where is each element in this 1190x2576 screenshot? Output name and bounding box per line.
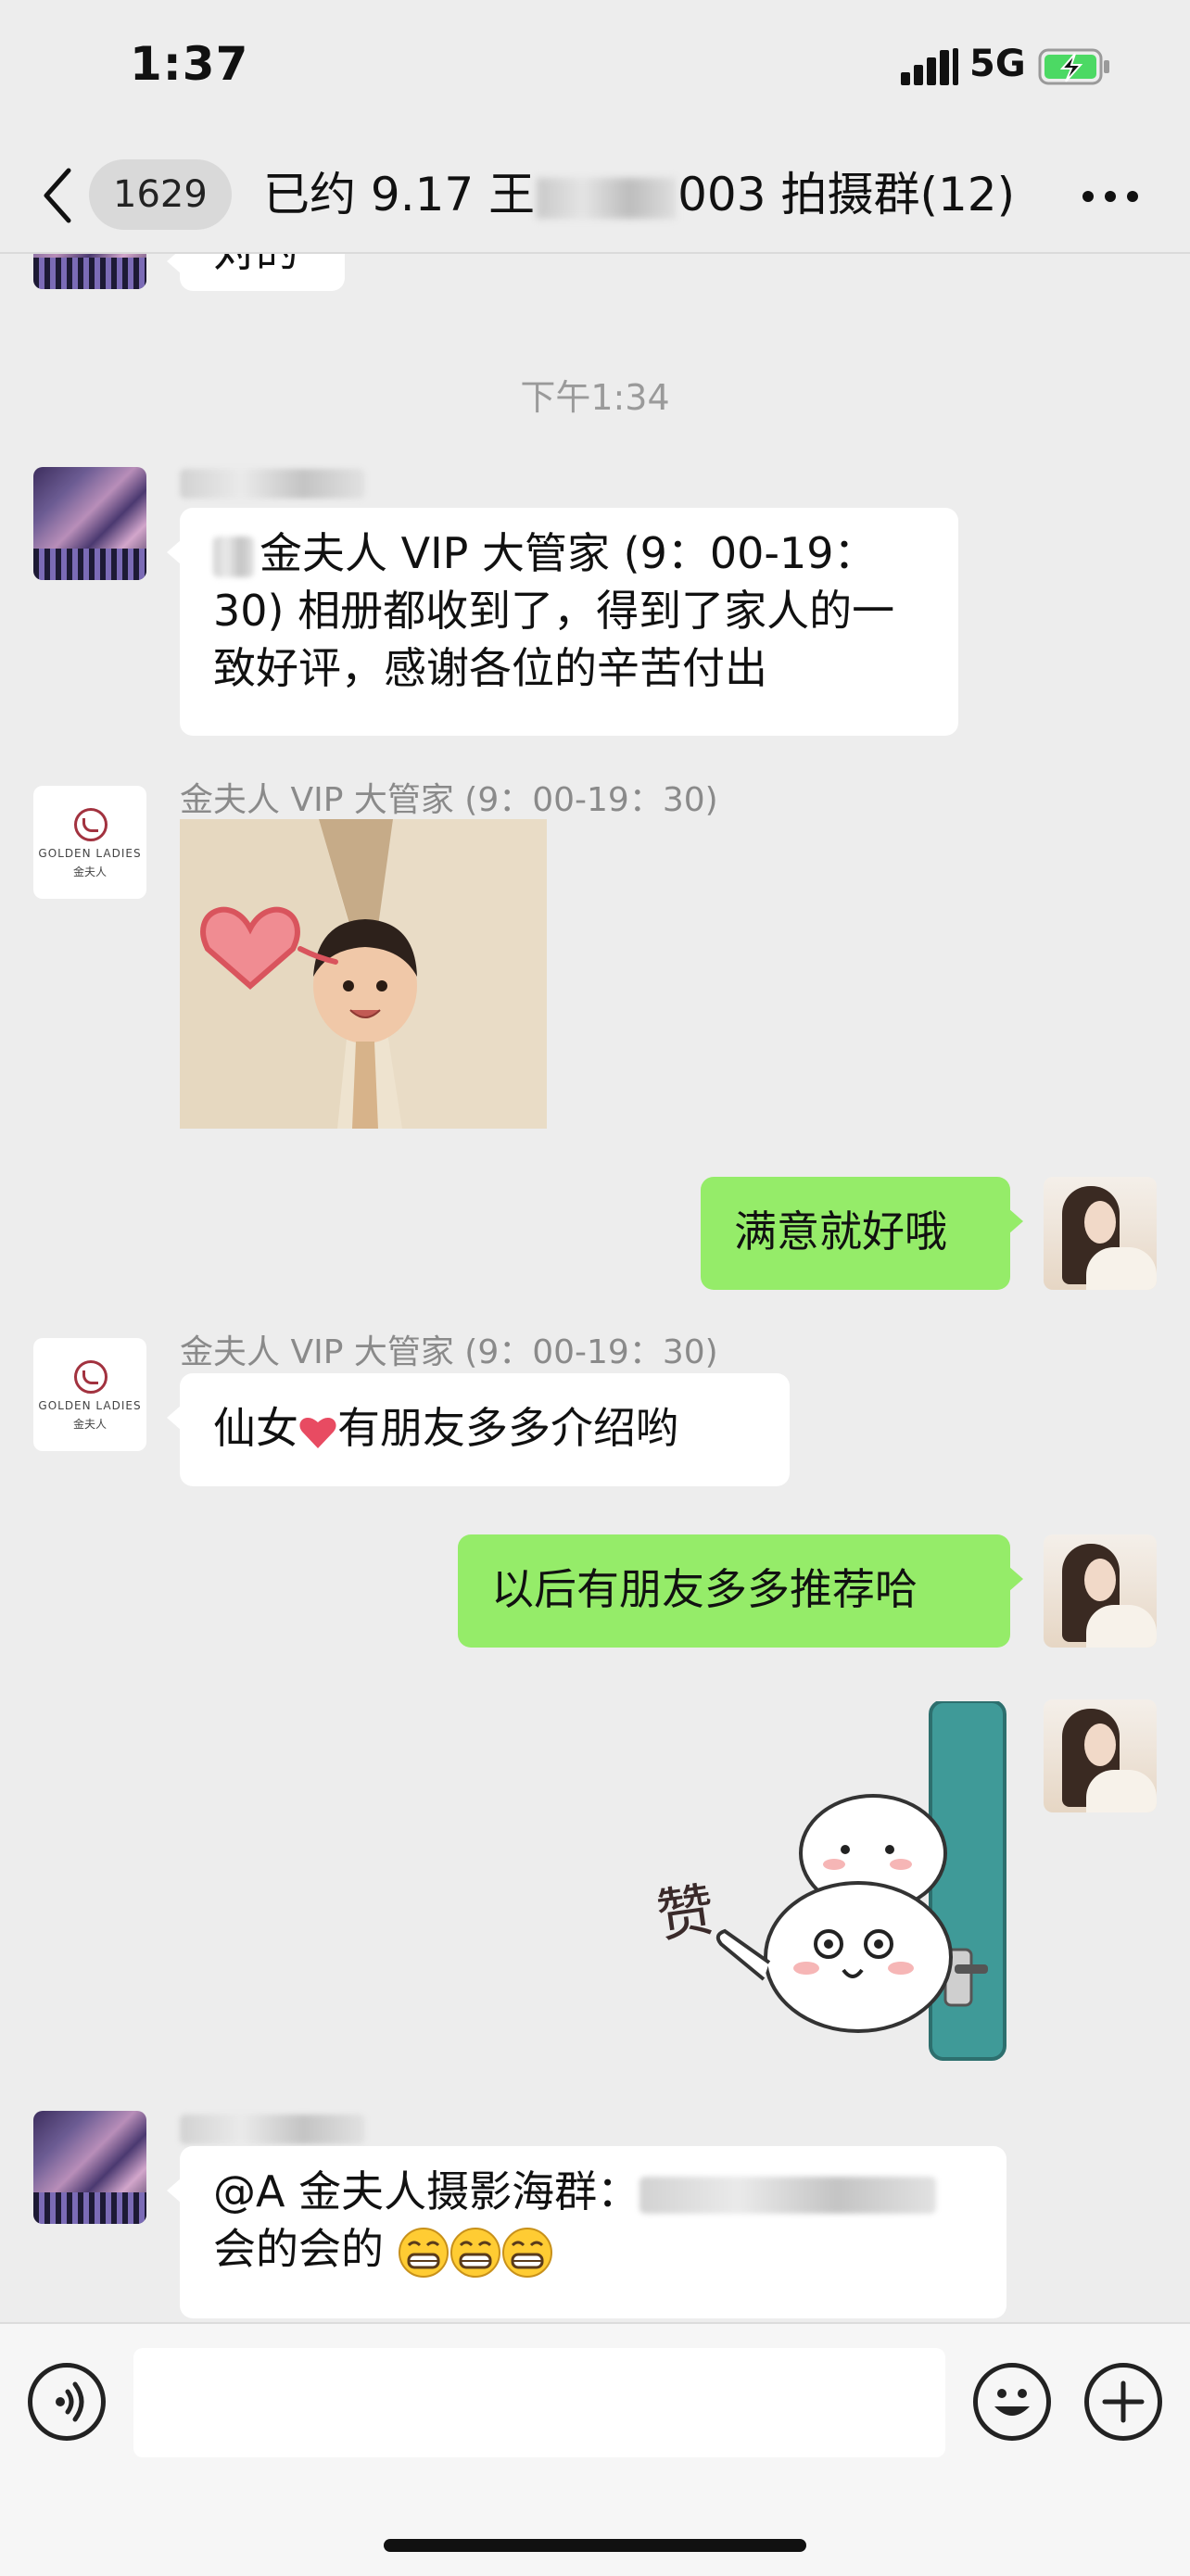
redacted-name — [537, 177, 677, 219]
chat-title-suffix: 003 拍摄群(12) — [677, 168, 1016, 221]
avatar[interactable] — [33, 2111, 146, 2224]
plus-icon — [1102, 2380, 1145, 2423]
chat-title: 已约 9.17 王 003 拍摄群(12) — [263, 161, 1015, 228]
voice-input-button[interactable] — [28, 2363, 106, 2441]
message-bubble[interactable]: 仙女 有朋友多多介绍哟 — [167, 1373, 790, 1486]
sender-name: 金夫人 VIP 大管家 (9：00-19：30) — [180, 1333, 718, 1371]
my-avatar[interactable] — [1044, 1177, 1157, 1290]
avatar-golden-ladies-logo[interactable]: GOLDEN LADIES 金夫人 — [33, 786, 146, 899]
mention-text: @A 金夫人摄影海群： — [213, 2166, 640, 2216]
red-heart-emoji-icon — [299, 1417, 336, 1448]
chat-title-prefix: 已约 9.17 王 — [263, 168, 536, 221]
message-text: 以后有朋友多多推荐哈 — [491, 1564, 918, 1614]
emoji-button[interactable] — [973, 2363, 1051, 2441]
message-input[interactable] — [133, 2348, 945, 2457]
message-input-bar — [0, 2322, 1190, 2576]
message-text: 仙女 — [213, 1403, 298, 1453]
redacted-mention — [213, 536, 254, 577]
message-text: 会的会的 — [213, 2224, 384, 2274]
sender-name: 金夫人 VIP 大管家 (9：00-19：30) — [180, 781, 718, 819]
grin-emoji-icon — [501, 2227, 552, 2278]
logo-text-cn: 金夫人 — [72, 865, 107, 878]
logo-text: GOLDEN LADIES — [38, 1399, 142, 1412]
status-time: 1:37 — [130, 37, 249, 91]
message-bubble[interactable]: @A 金夫人摄影海群： 会的会的 — [167, 2146, 1006, 2318]
my-avatar[interactable] — [1044, 1699, 1157, 1812]
message-bubble[interactable]: 金夫人 VIP 大管家 (9：00-19：30) 相册都收到了，得到了家人的一致… — [167, 508, 958, 736]
my-message-bubble[interactable]: 满意就好哦 — [701, 1177, 1023, 1290]
message-list[interactable]: 对的 下午1:34 金夫人 VIP 大管家 (9：00-19：30) 相册都收到… — [0, 254, 1190, 2322]
more-functions-plus-button[interactable] — [1084, 2363, 1162, 2441]
status-bar: 1:37 5G — [0, 0, 1190, 139]
network-type: 5G — [969, 43, 1026, 85]
battery-charging-icon — [1038, 48, 1109, 85]
photo-child-in-fabric — [180, 819, 547, 1129]
my-message-bubble[interactable]: 以后有朋友多多推荐哈 — [458, 1534, 1023, 1648]
voice-icon — [56, 2381, 84, 2422]
message-text: 满意就好哦 — [734, 1206, 947, 1256]
home-indicator[interactable] — [384, 2539, 806, 2552]
avatar[interactable] — [33, 254, 146, 289]
sender-name-redacted — [180, 463, 365, 501]
sticker-text: 赞 — [652, 1875, 719, 1951]
message-bubble[interactable]: 对的 — [167, 254, 345, 291]
smiley-icon — [994, 2389, 1030, 2416]
my-avatar[interactable] — [1044, 1534, 1157, 1648]
grin-emoji-icon — [449, 2227, 500, 2278]
back-chevron-icon[interactable] — [39, 165, 76, 226]
avatar-golden-ladies-logo[interactable]: GOLDEN LADIES 金夫人 — [33, 1338, 146, 1451]
message-text: 金夫人 VIP 大管家 (9：00-19：30) 相册都收到了，得到了家人的一致… — [213, 528, 895, 693]
logo-text: GOLDEN LADIES — [38, 847, 142, 860]
avatar[interactable] — [33, 467, 146, 580]
message-text-2: 有朋友多多介绍哟 — [337, 1403, 678, 1453]
unread-count-badge[interactable]: 1629 — [89, 159, 232, 230]
timestamp-separator: 下午1:34 — [520, 377, 670, 418]
sticker-message[interactable]: 赞 — [652, 1699, 1006, 2061]
logo-text-cn: 金夫人 — [72, 1418, 107, 1431]
image-message[interactable] — [180, 819, 547, 1129]
more-options-icon[interactable] — [1082, 191, 1138, 206]
sender-name-redacted — [180, 2109, 365, 2147]
message-text: 对的 — [213, 254, 298, 276]
signal-strength-icon — [901, 48, 958, 85]
chat-header: 1629 已约 9.17 王 003 拍摄群(12) — [0, 139, 1190, 254]
grin-emoji-icon — [398, 2227, 449, 2278]
redacted-mention — [639, 2176, 937, 2214]
